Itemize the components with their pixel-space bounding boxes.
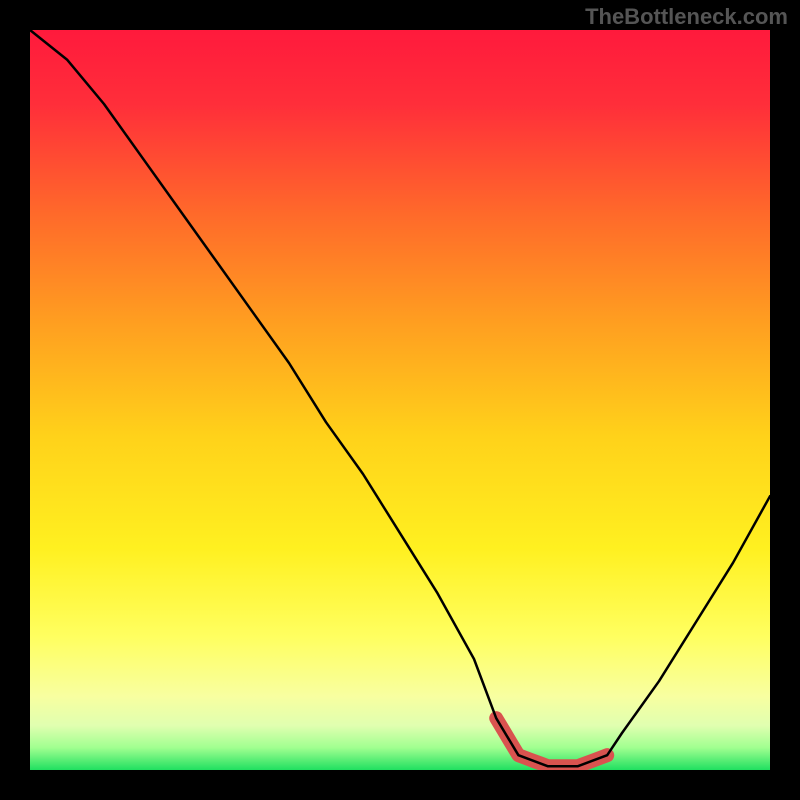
watermark-text: TheBottleneck.com xyxy=(585,4,788,30)
chart-container: TheBottleneck.com xyxy=(0,0,800,800)
plot-area xyxy=(30,30,770,770)
gradient-background xyxy=(30,30,770,770)
bottleneck-chart xyxy=(30,30,770,770)
